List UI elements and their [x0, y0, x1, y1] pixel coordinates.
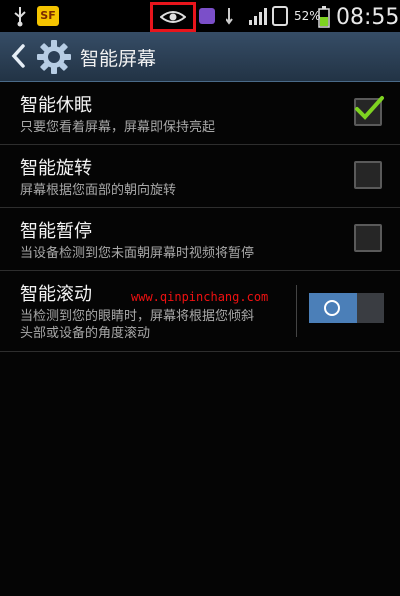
data-activity-icon — [226, 8, 233, 25]
setting-row-smart-scroll[interactable]: 智能滚动 当检测到您的眼睛时，屏幕将根据您倾斜 头部或设备的角度滚动 — [0, 271, 400, 352]
setting-title: 智能暂停 — [20, 221, 92, 242]
status-bar: SF 52% 08:55 — [0, 0, 400, 32]
setting-row-smart-stay[interactable]: 智能休眠 只要您看着屏幕，屏幕即保持亮起 — [0, 82, 400, 145]
setting-row-smart-pause[interactable]: 智能暂停 当设备检测到您未面朝屏幕时视频将暂停 — [0, 208, 400, 271]
smart-scroll-toggle[interactable] — [309, 293, 384, 323]
page-title: 智能屏幕 — [80, 48, 157, 70]
battery-percent: 52% — [294, 9, 321, 23]
setting-row-smart-rotation[interactable]: 智能旋转 屏幕根据您面部的朝向旋转 — [0, 145, 400, 208]
toggle-on-icon — [324, 300, 340, 316]
app-badge-icon: SF — [37, 6, 59, 26]
setting-title: 智能休眠 — [20, 95, 92, 116]
back-arrow-icon[interactable] — [10, 42, 26, 70]
setting-subtitle: 只要您看着屏幕，屏幕即保持亮起 — [20, 120, 216, 135]
setting-subtitle: 屏幕根据您面部的朝向旋转 — [20, 183, 177, 198]
setting-title: 智能旋转 — [20, 158, 92, 179]
setting-title: 智能滚动 — [20, 284, 92, 305]
usb-icon — [14, 7, 26, 27]
home-icon — [199, 8, 215, 24]
setting-subtitle-line2: 头部或设备的角度滚动 — [20, 326, 151, 341]
divider — [296, 285, 297, 337]
signal-icon — [249, 8, 267, 25]
gear-icon — [37, 40, 71, 74]
sim-icon — [272, 6, 288, 26]
watermark: www.qinpinchang.com — [131, 290, 269, 304]
clock: 08:55 — [336, 5, 400, 30]
action-bar: 智能屏幕 — [0, 32, 400, 82]
setting-subtitle: 当设备检测到您未面朝屏幕时视频将暂停 — [20, 246, 255, 261]
smart-pause-checkbox[interactable] — [354, 224, 382, 252]
smart-stay-eye-icon — [160, 11, 186, 23]
checkmark-icon — [355, 96, 384, 120]
setting-subtitle-line1: 当检测到您的眼睛时，屏幕将根据您倾斜 — [20, 309, 255, 324]
battery-icon — [318, 6, 330, 28]
smart-rotation-checkbox[interactable] — [354, 161, 382, 189]
